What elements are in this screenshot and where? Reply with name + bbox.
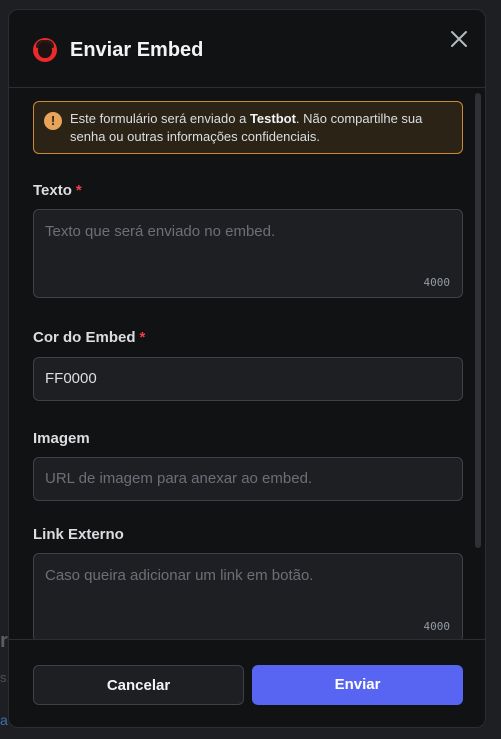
texto-textarea[interactable]: Texto que será enviado no embed. 4000 <box>33 209 463 298</box>
send-embed-modal: Enviar Embed ! Este formulário será envi… <box>8 9 486 728</box>
warning-bot-name: Testbot <box>249 111 296 126</box>
security-warning: ! Este formulário será enviado a Testbot… <box>33 101 463 154</box>
cor-input[interactable]: FF0000 <box>33 357 463 401</box>
link-textarea[interactable]: Caso queira adicionar um link em botão. … <box>33 553 463 639</box>
texto-char-counter: 4000 <box>423 276 451 289</box>
modal-title: Enviar Embed <box>70 39 204 61</box>
required-mark: * <box>139 329 146 346</box>
modal-footer: Cancelar Enviar <box>9 639 485 727</box>
backdrop-link-fragment: a <box>0 712 8 728</box>
imagem-input[interactable]: URL de imagem para anexar ao embed. <box>33 457 463 501</box>
required-mark: * <box>75 182 82 199</box>
modal-body[interactable]: ! Este formulário será enviado a Testbot… <box>9 88 485 639</box>
cor-value: FF0000 <box>45 370 97 387</box>
imagem-placeholder: URL de imagem para anexar ao embed. <box>45 470 313 487</box>
backdrop-text-fragment: r <box>0 630 8 652</box>
link-label: Link Externo <box>33 526 124 543</box>
modal-header: Enviar Embed <box>9 10 485 88</box>
link-char-counter: 4000 <box>423 620 451 633</box>
warning-text: Este formulário será enviado a Testbot. … <box>70 111 423 144</box>
link-placeholder: Caso queira adicionar um link em botão. <box>45 567 314 584</box>
texto-label: Texto * <box>33 182 82 199</box>
cor-label: Cor do Embed * <box>33 329 146 346</box>
cancel-button[interactable]: Cancelar <box>33 665 244 705</box>
send-button[interactable]: Enviar <box>252 665 463 705</box>
imagem-label: Imagem <box>33 430 90 447</box>
exclamation-icon: ! <box>44 112 62 130</box>
texto-placeholder: Texto que será enviado no embed. <box>45 223 276 240</box>
bot-avatar-icon <box>33 38 57 62</box>
scrollbar-thumb[interactable] <box>475 93 481 548</box>
close-icon[interactable] <box>447 27 471 51</box>
